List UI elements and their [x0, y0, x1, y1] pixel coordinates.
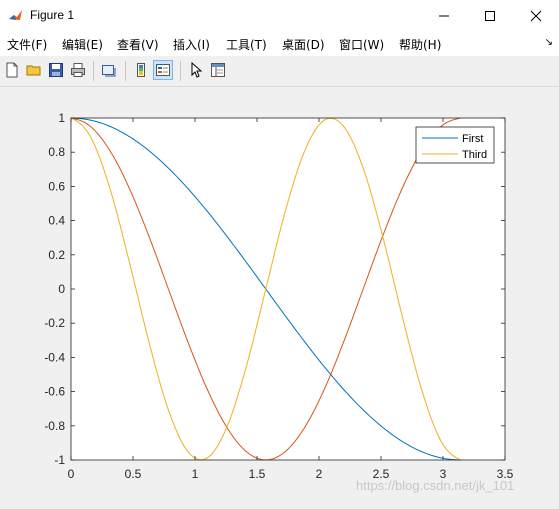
figure-canvas: 0 0.5 1 1.5 2 2.5 3 3.5 1 0.8 0.6 0.4 0.2 0 -0.2 -0.4 -0…: [0, 87, 559, 505]
y-tick-label: -1: [54, 453, 65, 467]
line-chart: 0 0.5 1 1.5 2 2.5 3 3.510.80.60.40.20-0.2-0.4-0…: [44, 111, 513, 481]
toolbar-separator: [125, 61, 126, 81]
y-tick-label: -0.2: [44, 316, 65, 330]
close-button[interactable]: [513, 0, 559, 32]
print-icon: [71, 63, 85, 77]
link-plot-button[interactable]: [99, 60, 119, 80]
open-file-icon: [26, 65, 41, 76]
minimize-icon: [439, 15, 449, 17]
menu-edit[interactable]: 编辑(E): [62, 36, 103, 53]
property-editor-icon: [211, 63, 225, 77]
open-file-button[interactable]: [24, 60, 44, 80]
title-bar: Figure 1: [0, 0, 559, 32]
menu-view[interactable]: 查看(V): [117, 36, 159, 53]
menu-bar: 文件(F) 编辑(E) 查看(V) 插入(I) 工具(T) 桌面(D) 窗口(W…: [0, 32, 559, 56]
x-tick-label: 1: [192, 467, 199, 481]
link-plot-icon: [102, 65, 116, 77]
property-editor-button[interactable]: [208, 60, 228, 80]
toolbar-separator: [180, 61, 181, 81]
y-tick-label: 0.8: [48, 145, 65, 159]
legend-button[interactable]: [153, 60, 173, 80]
print-button[interactable]: [68, 60, 88, 80]
y-tick-label: 0.2: [48, 248, 65, 262]
menu-desktop[interactable]: 桌面(D): [282, 36, 325, 53]
toolbar-separator: [93, 61, 94, 81]
x-tick-label: 0.5: [125, 467, 142, 481]
colorbar-button[interactable]: [131, 60, 151, 80]
maximize-button[interactable]: [467, 0, 513, 32]
y-tick-label: -0.6: [44, 385, 65, 399]
y-tick-label: -0.8: [44, 419, 65, 433]
y-tick-label: -0.4: [44, 350, 65, 364]
close-icon: [530, 10, 542, 22]
minimize-button[interactable]: [421, 0, 467, 32]
legend-icon: [156, 64, 170, 76]
legend-label: First: [462, 133, 483, 145]
toolbar: [0, 56, 559, 87]
window-title: Figure 1: [30, 8, 75, 22]
y-tick-label: 0: [58, 282, 65, 296]
colorbar-icon: [137, 63, 145, 77]
menu-window[interactable]: 窗口(W): [339, 36, 384, 53]
y-tick-label: 1: [58, 111, 65, 125]
pointer-icon: [191, 62, 203, 78]
pointer-button[interactable]: [186, 60, 206, 80]
x-tick-label: 1.5: [249, 467, 266, 481]
y-tick-label: 0.4: [48, 214, 65, 228]
y-tick-label: 0.6: [48, 179, 65, 193]
watermark: https://blog.csdn.net/jk_101: [356, 478, 515, 493]
dock-arrow-icon[interactable]: ↘: [545, 37, 553, 48]
x-tick-label: 2: [316, 467, 323, 481]
menu-file[interactable]: 文件(F): [7, 36, 47, 53]
legend-label: Third: [462, 149, 487, 161]
x-tick-label: 0: [68, 467, 75, 481]
matlab-logo-icon: [8, 8, 24, 24]
save-icon: [49, 63, 63, 77]
new-figure-button[interactable]: [2, 60, 22, 80]
menu-tools[interactable]: 工具(T): [226, 36, 267, 53]
menu-help[interactable]: 帮助(H): [399, 36, 441, 53]
maximize-icon: [485, 11, 495, 21]
save-button[interactable]: [46, 60, 66, 80]
new-figure-icon: [6, 62, 18, 78]
menu-insert[interactable]: 插入(I): [173, 36, 210, 53]
